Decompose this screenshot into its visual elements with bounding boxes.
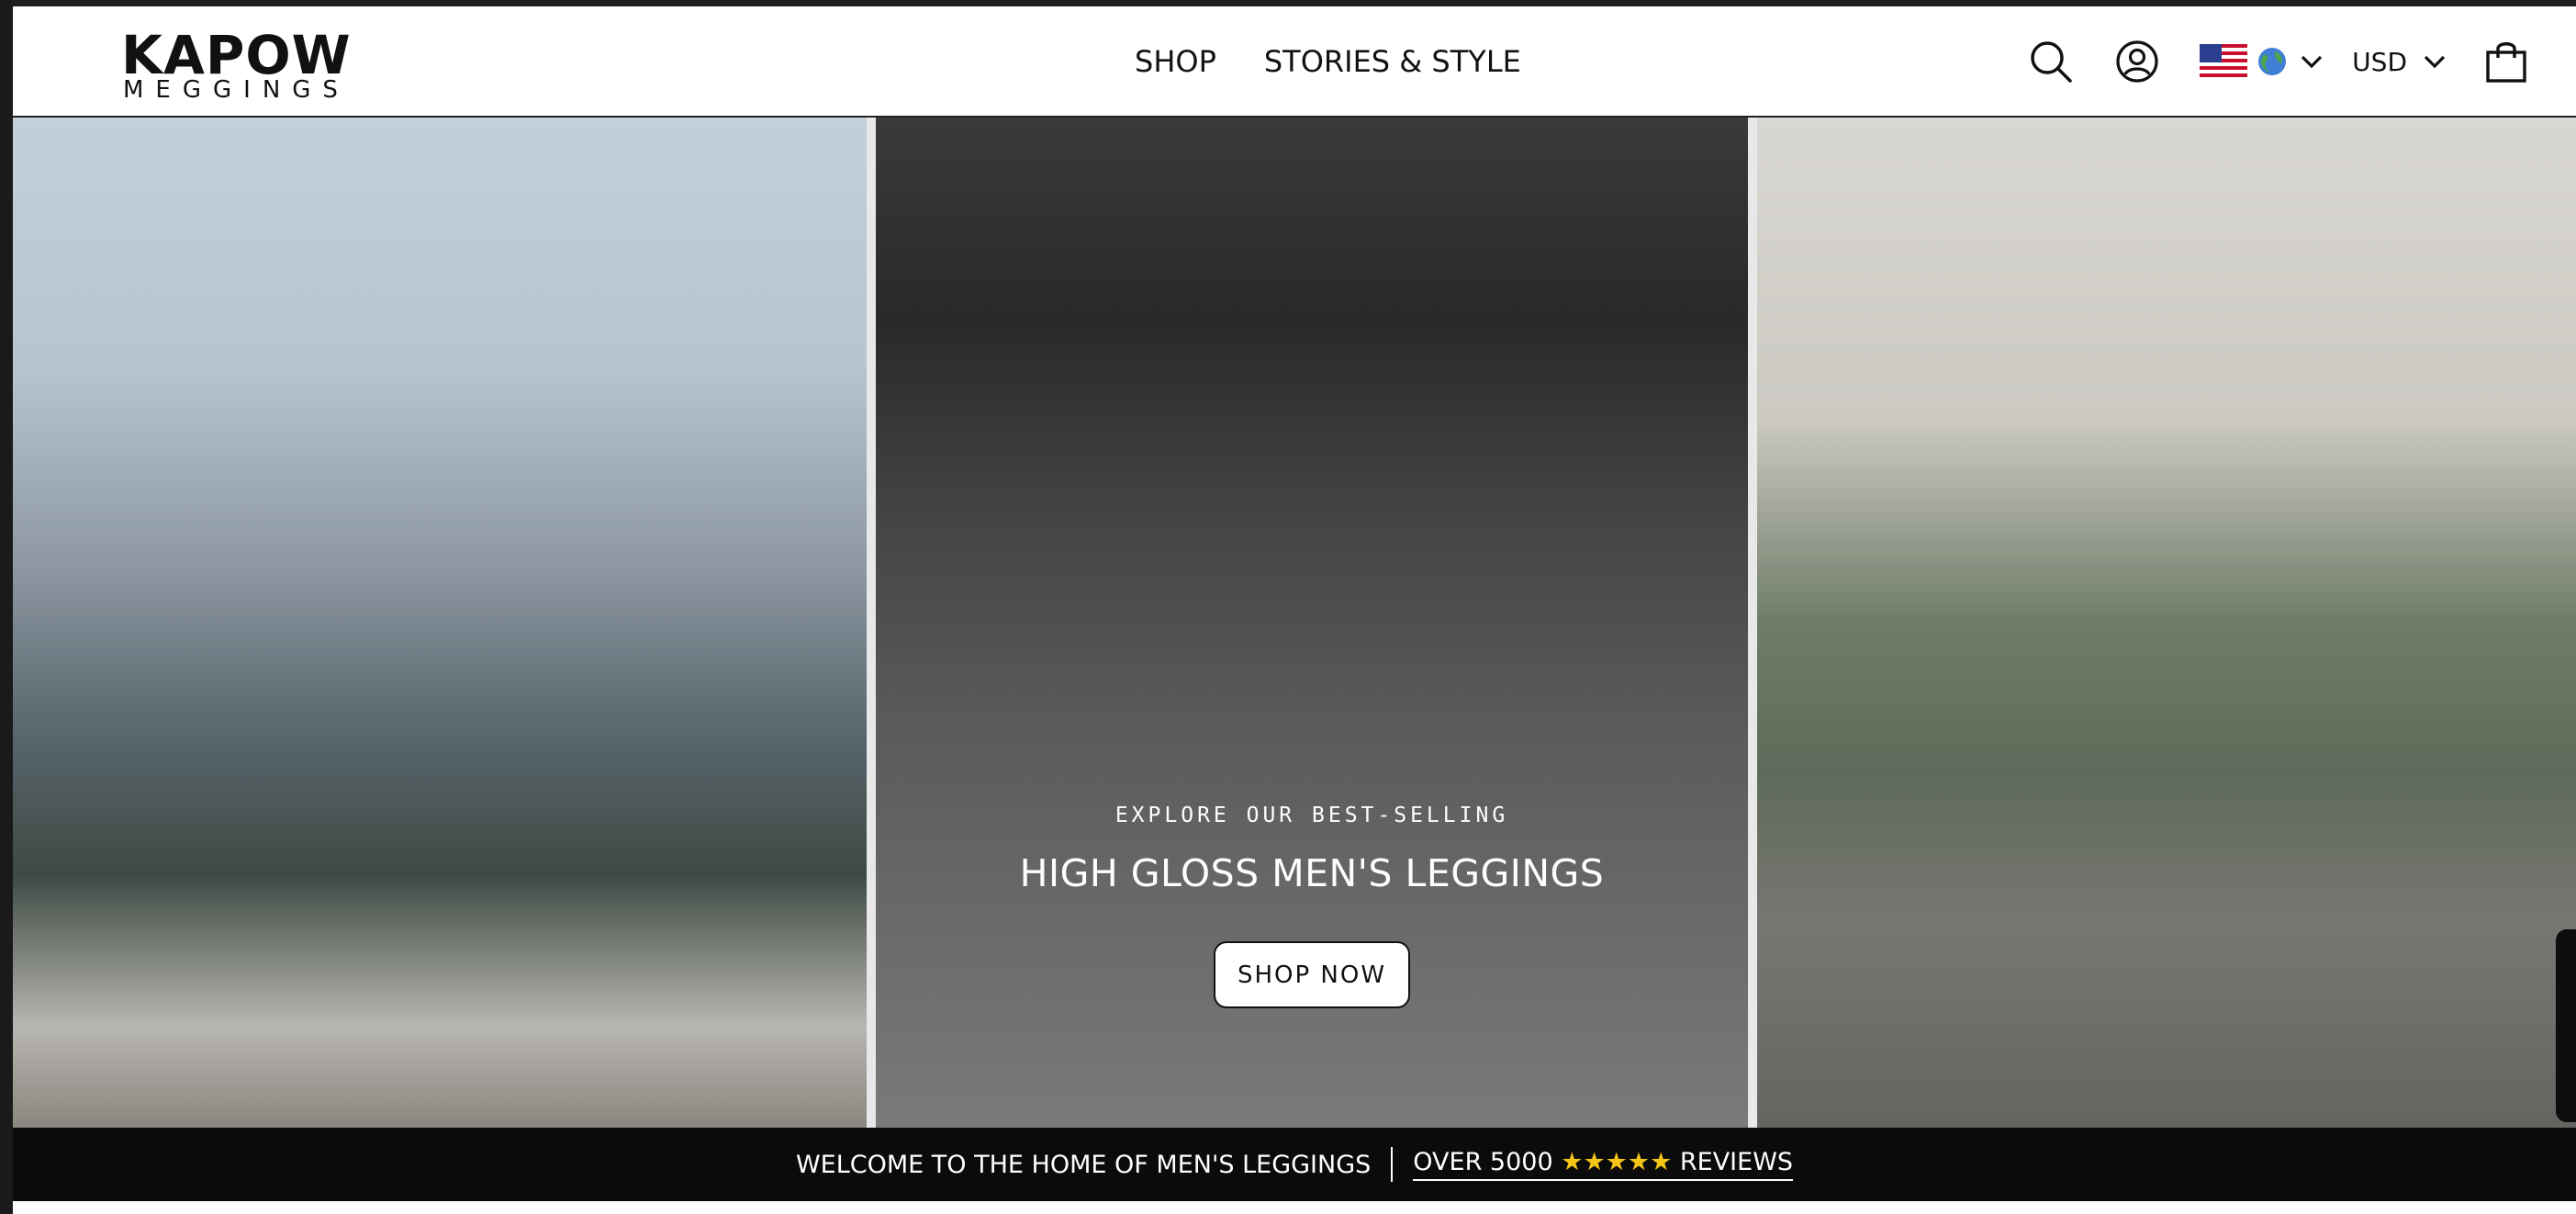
nav-item-shop[interactable]: SHOP bbox=[1135, 43, 1216, 80]
announcement-divider bbox=[1391, 1147, 1394, 1182]
cart-icon bbox=[2486, 42, 2526, 83]
hero-photo-red-leggings[interactable] bbox=[1757, 118, 2576, 1128]
chevron-down-icon bbox=[2424, 55, 2446, 69]
hero-title: HIGH GLOSS MEN'S LEGGINGS bbox=[1019, 851, 1605, 895]
welcome-message: WELCOME TO THE HOME OF MEN'S LEGGINGS bbox=[795, 1150, 1372, 1179]
hero-content: EXPLORE OUR BEST-SELLING HIGH GLOSS MEN'… bbox=[876, 118, 1748, 1128]
reviews-link[interactable]: OVER 5000 ★★★★★ REVIEWS bbox=[1413, 1148, 1794, 1181]
cart-button[interactable] bbox=[2482, 36, 2530, 87]
bottom-strip bbox=[13, 1201, 2576, 1214]
account-icon bbox=[2116, 40, 2158, 83]
star-rating-icon: ★★★★★ bbox=[1561, 1148, 1673, 1176]
us-flag-icon bbox=[2200, 44, 2248, 79]
currency-selector[interactable]: USD bbox=[2352, 36, 2447, 87]
announcement-bar: WELCOME TO THE HOME OF MEN'S LEGGINGS OV… bbox=[13, 1128, 2576, 1201]
hero-photo-black-leggings[interactable] bbox=[13, 118, 867, 1128]
main-nav: SHOP STORIES & STYLE bbox=[1135, 43, 1521, 80]
shop-now-button[interactable]: SHOP NOW bbox=[1214, 941, 1410, 1008]
logo-wordmark: KAPOW bbox=[121, 24, 352, 86]
locale-selector[interactable] bbox=[2200, 36, 2324, 87]
chevron-down-icon bbox=[2302, 55, 2323, 69]
page: KAPOW MEGGINGS SHOP STORIES & STYLE USD … bbox=[13, 0, 2576, 1214]
brand-logo[interactable]: KAPOW MEGGINGS bbox=[121, 28, 369, 102]
side-widget-tab[interactable] bbox=[2556, 929, 2576, 1122]
search-button[interactable] bbox=[2025, 36, 2077, 87]
search-icon bbox=[2031, 41, 2072, 83]
site-header: KAPOW MEGGINGS SHOP STORIES & STYLE USD bbox=[13, 6, 2576, 118]
top-border bbox=[13, 0, 2576, 6]
nav-item-stories-style[interactable]: STORIES & STYLE bbox=[1264, 43, 1521, 80]
account-button[interactable] bbox=[2111, 36, 2163, 87]
globe-icon bbox=[2258, 48, 2287, 75]
reviews-suffix: REVIEWS bbox=[1679, 1148, 1794, 1176]
panel-divider bbox=[867, 118, 876, 1128]
header-tools: USD bbox=[2025, 36, 2530, 87]
reviews-prefix: OVER 5000 bbox=[1413, 1148, 1553, 1176]
panel-divider bbox=[1748, 118, 1757, 1128]
logo-tagline: MEGGINGS bbox=[123, 76, 350, 104]
hero-banner: EXPLORE OUR BEST-SELLING HIGH GLOSS MEN'… bbox=[13, 118, 2576, 1128]
currency-label: USD bbox=[2352, 46, 2407, 77]
hero-eyebrow: EXPLORE OUR BEST-SELLING bbox=[1114, 804, 1509, 827]
